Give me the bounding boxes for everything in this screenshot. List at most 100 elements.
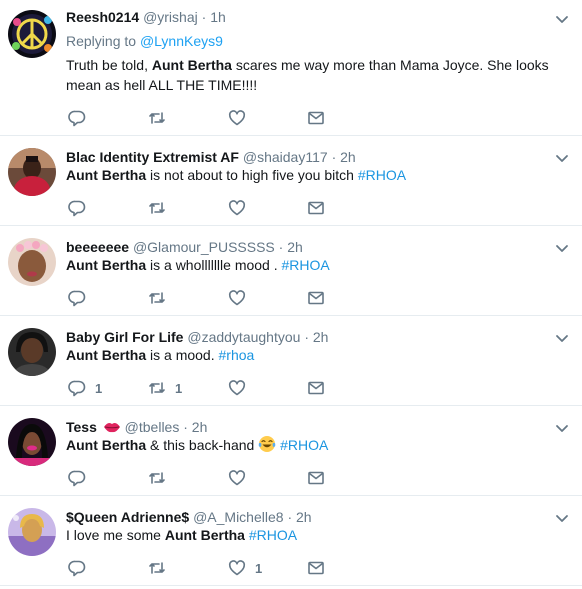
timestamp[interactable]: 1h <box>210 9 226 25</box>
avatar[interactable] <box>8 418 56 466</box>
avatar-image <box>8 10 56 58</box>
avatar[interactable] <box>8 10 56 58</box>
retweet-button[interactable] <box>148 198 175 218</box>
direct-message-button[interactable] <box>307 468 325 488</box>
text-before: Truth be told, <box>66 57 152 73</box>
like-button[interactable] <box>228 378 255 398</box>
avatar-image <box>8 328 56 376</box>
reply-button[interactable]: 1 <box>68 378 102 398</box>
reply-icon <box>68 110 86 127</box>
bold-mention: Aunt Bertha <box>66 257 147 273</box>
chevron-down-icon[interactable] <box>554 11 570 27</box>
separator-dot: · <box>201 9 207 25</box>
bold-mention: Aunt Bertha <box>66 437 147 453</box>
bold-mention: Aunt Bertha <box>66 347 147 363</box>
like-button[interactable] <box>228 198 255 218</box>
avatar-image <box>8 148 56 196</box>
tweet-header: Baby Girl For Life @zaddytaughtyou · 2h <box>66 328 328 346</box>
like-count: 1 <box>255 560 263 576</box>
chevron-down-icon[interactable] <box>554 150 570 166</box>
timestamp[interactable]: 2h <box>192 419 208 435</box>
retweet-button[interactable] <box>148 288 175 308</box>
tweet[interactable]: Blac Identity Extremist AF @shaiday117 ·… <box>0 136 582 226</box>
handle[interactable]: @Glamour_PUSSSSS <box>133 239 275 255</box>
timestamp[interactable]: 2h <box>340 149 356 165</box>
replying-to-link[interactable]: @LynnKeys9 <box>140 33 223 49</box>
reply-button[interactable] <box>68 288 95 308</box>
direct-message-button[interactable] <box>307 198 325 218</box>
like-button[interactable]: 1 <box>228 558 262 578</box>
retweet-button[interactable] <box>148 558 175 578</box>
separator-dot: · <box>278 239 284 255</box>
retweet-button[interactable] <box>148 468 175 488</box>
hashtag-link[interactable]: #RHOA <box>358 167 406 183</box>
retweet-count: 1 <box>175 380 183 396</box>
envelope-icon <box>308 381 324 395</box>
tweet[interactable]: beeeeeee @Glamour_PUSSSSS · 2h Aunt Bert… <box>0 226 582 316</box>
tweet[interactable]: $Queen Adrienne$ @A_Michelle8 · 2h I lov… <box>0 496 582 586</box>
direct-message-button[interactable] <box>307 378 325 398</box>
reply-button[interactable] <box>68 108 95 128</box>
display-name[interactable]: Reesh0214 <box>66 9 139 25</box>
reply-button[interactable] <box>68 198 95 218</box>
hashtag-link[interactable]: #RHOA <box>282 257 330 273</box>
handle[interactable]: @A_Michelle8 <box>193 509 283 525</box>
reply-icon <box>68 470 86 487</box>
display-name[interactable]: beeeeeee <box>66 239 129 255</box>
handle[interactable]: @shaiday117 <box>243 149 328 165</box>
reply-button[interactable] <box>68 468 95 488</box>
handle[interactable]: @tbelles <box>125 419 180 435</box>
envelope-icon <box>308 111 324 125</box>
timestamp[interactable]: 2h <box>287 239 303 255</box>
retweet-button[interactable]: 1 <box>148 378 182 398</box>
tweet-header: Reesh0214 @yrishaj · 1h <box>66 8 226 26</box>
heart-icon <box>228 560 246 576</box>
separator-dot: · <box>287 509 293 525</box>
display-name[interactable]: Blac Identity Extremist AF <box>66 149 239 165</box>
retweet-button[interactable] <box>148 108 175 128</box>
hashtag-link[interactable]: #rhoa <box>219 347 255 363</box>
display-name[interactable]: Tess <box>66 419 97 435</box>
timestamp[interactable]: 2h <box>296 509 312 525</box>
retweet-icon <box>149 562 165 574</box>
chevron-down-icon[interactable] <box>554 420 570 436</box>
retweet-icon <box>149 472 165 484</box>
avatar[interactable] <box>8 328 56 376</box>
reply-button[interactable] <box>68 558 95 578</box>
text-after: is a mood. <box>146 347 219 363</box>
chevron-down-icon[interactable] <box>554 510 570 526</box>
hashtag-link[interactable]: #RHOA <box>249 527 297 543</box>
timestamp[interactable]: 2h <box>313 329 329 345</box>
separator-dot: · <box>331 149 337 165</box>
tweet[interactable]: Reesh0214 @yrishaj · 1h Replying to @Lyn… <box>0 0 582 136</box>
chevron-down-icon[interactable] <box>554 330 570 346</box>
avatar[interactable] <box>8 508 56 556</box>
avatar-image <box>8 418 56 466</box>
text-after: & this back-hand <box>146 437 259 453</box>
separator-dot: · <box>183 419 188 435</box>
display-name[interactable]: $Queen Adrienne$ <box>66 509 189 525</box>
like-button[interactable] <box>228 468 255 488</box>
replying-prefix: Replying to <box>66 33 137 49</box>
avatar[interactable] <box>8 148 56 196</box>
tweet-actions <box>66 288 366 308</box>
kiss-lips-icon <box>103 423 120 433</box>
tweet[interactable]: Tess @tbelles · 2h Aunt Bertha & this ba… <box>0 406 582 496</box>
hashtag-link[interactable]: #RHOA <box>280 437 328 453</box>
retweet-icon <box>149 202 165 214</box>
display-name[interactable]: Baby Girl For Life <box>66 329 183 345</box>
like-button[interactable] <box>228 108 255 128</box>
handle[interactable]: @yrishaj <box>143 9 198 25</box>
direct-message-button[interactable] <box>307 558 325 578</box>
direct-message-button[interactable] <box>307 108 325 128</box>
like-button[interactable] <box>228 288 255 308</box>
retweet-icon <box>149 112 165 124</box>
direct-message-button[interactable] <box>307 288 325 308</box>
avatar-image <box>8 238 56 286</box>
handle[interactable]: @zaddytaughtyou <box>187 329 300 345</box>
chevron-down-icon[interactable] <box>554 240 570 256</box>
avatar[interactable] <box>8 238 56 286</box>
text-after: is a whollllllle mood . <box>146 257 282 273</box>
text-after: is not about to high five you bitch <box>146 167 358 183</box>
tweet[interactable]: Baby Girl For Life @zaddytaughtyou · 2h … <box>0 316 582 406</box>
